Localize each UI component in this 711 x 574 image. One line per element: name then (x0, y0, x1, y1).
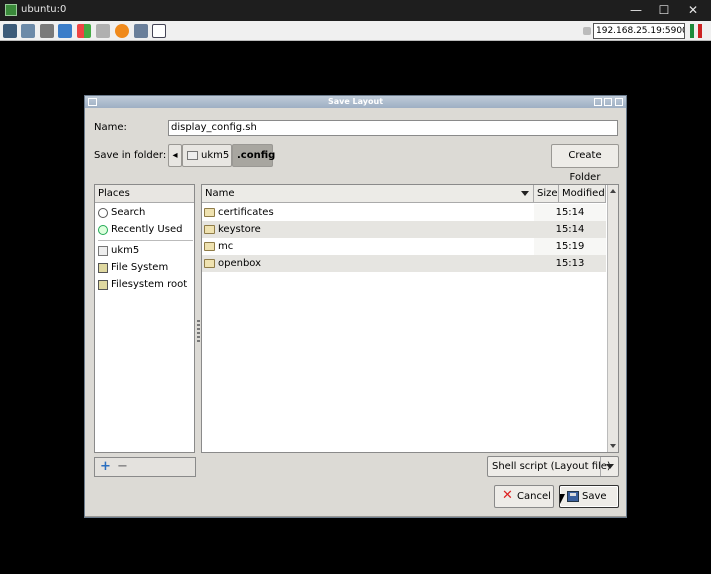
column-header-name[interactable]: Name (202, 185, 534, 203)
dialog-minimize-icon[interactable] (594, 98, 602, 106)
scroll-up-icon[interactable] (610, 189, 616, 193)
search-icon (98, 208, 108, 218)
dialog-resize-edge (85, 516, 626, 518)
add-place-icon[interactable]: + (100, 460, 111, 474)
file-modified: 15:19 (534, 238, 606, 255)
sort-down-icon (521, 191, 529, 196)
place-item-ukm5[interactable]: ukm5 (97, 243, 139, 259)
folder-icon (204, 242, 215, 251)
minimize-button[interactable]: — (622, 2, 650, 18)
file-modified: 15:14 (534, 221, 606, 238)
tools-icon[interactable] (40, 24, 54, 38)
windows-key-icon[interactable] (77, 24, 91, 38)
dialog-title: Save Layout (327, 97, 384, 106)
place-item-root[interactable]: Filesystem root (97, 277, 187, 293)
file-type-select[interactable]: Shell script (Layout file) (487, 456, 619, 477)
file-list: Name Size Modified certificates 15:14 ke… (201, 184, 619, 453)
table-row[interactable]: openbox 15:13 (202, 255, 606, 272)
alert-icon[interactable] (115, 24, 129, 38)
connection-status-icon (690, 24, 704, 38)
fullscreen-icon[interactable] (152, 24, 166, 38)
save-icon (567, 491, 579, 502)
column-header-size[interactable]: Size (534, 185, 559, 203)
folder-icon (204, 225, 215, 234)
dialog-close-icon[interactable] (615, 98, 623, 106)
save-label: Save (582, 491, 607, 502)
place-item-filesystem[interactable]: File System (97, 260, 168, 276)
cancel-icon: ✕ (502, 488, 513, 503)
file-name: keystore (218, 224, 261, 235)
app-icon (5, 4, 17, 16)
path-label: ukm5 (201, 150, 230, 161)
refresh-icon[interactable] (58, 24, 72, 38)
place-label: Recently Used (111, 224, 183, 235)
file-modified: 15:14 (534, 204, 606, 221)
place-label: File System (111, 262, 169, 273)
scroll-down-icon[interactable] (610, 444, 616, 448)
windows-icon[interactable] (21, 24, 35, 38)
path-button-config[interactable]: .config (232, 144, 275, 167)
chevron-down-icon (600, 457, 618, 476)
places-toolbar: + − (94, 457, 196, 477)
viewer-title: ubuntu:0 (21, 4, 67, 15)
places-pane: Places Search Recently Used ukm5 File Sy… (94, 184, 195, 453)
cancel-label: Cancel (517, 491, 551, 502)
table-row[interactable]: keystore 15:14 (202, 221, 606, 238)
recent-icon (98, 225, 108, 235)
file-type-value: Shell script (Layout file) (492, 461, 611, 472)
place-label: Search (111, 207, 146, 218)
path-back-button[interactable]: ◂ (168, 144, 182, 167)
dialog-titlebar: Save Layout (85, 96, 626, 108)
places-header[interactable]: Places (95, 185, 194, 203)
transfer-icon[interactable] (134, 24, 148, 38)
file-name: certificates (218, 207, 274, 218)
close-button[interactable]: ✕ (679, 2, 707, 18)
file-name: mc (218, 241, 234, 252)
file-name: openbox (218, 258, 262, 269)
folder-icon (98, 246, 108, 256)
folder-icon (187, 151, 198, 160)
save-layout-dialog: Save Layout Name: display_config.sh Save… (84, 95, 627, 518)
place-item-recent[interactable]: Recently Used (97, 222, 182, 238)
folder-icon (204, 208, 215, 217)
place-label: Filesystem root (111, 279, 188, 290)
column-label: Name (205, 188, 235, 199)
file-modified: 15:13 (534, 255, 606, 272)
cancel-button[interactable]: ✕ Cancel (494, 485, 554, 508)
name-label: Name: (94, 122, 127, 133)
places-divider (98, 240, 193, 241)
place-label: ukm5 (111, 245, 140, 256)
save-button[interactable]: Save (559, 485, 619, 508)
viewer-toolbar: 192.168.25.19:5900 (0, 21, 711, 41)
remove-place-icon[interactable]: − (117, 460, 128, 474)
address-field[interactable]: 192.168.25.19:5900 (593, 23, 685, 39)
drive-icon (98, 280, 108, 290)
file-list-scrollbar[interactable] (607, 185, 618, 452)
path-button-ukm5[interactable]: ukm5 (182, 144, 232, 167)
table-row[interactable]: certificates 15:14 (202, 204, 606, 221)
monitor-icon[interactable] (3, 24, 17, 38)
lock-icon (583, 27, 591, 35)
maximize-button[interactable]: ☐ (650, 2, 678, 18)
filename-input[interactable]: display_config.sh (168, 120, 618, 136)
mouse-cursor-icon (560, 494, 565, 504)
pane-resize-handle[interactable] (197, 320, 200, 344)
folder-icon (204, 259, 215, 268)
column-header-modified[interactable]: Modified (559, 185, 606, 203)
save-in-label: Save in folder: (94, 150, 167, 161)
dialog-maximize-icon[interactable] (604, 98, 612, 106)
place-item-search[interactable]: Search (97, 205, 145, 221)
drive-icon (98, 263, 108, 273)
create-folder-button[interactable]: Create Folder (551, 144, 619, 183)
viewer-titlebar: ubuntu:0 — ☐ ✕ (0, 0, 711, 21)
keyboard-icon[interactable] (96, 24, 110, 38)
window-menu-icon[interactable] (88, 98, 97, 106)
table-row[interactable]: mc 15:19 (202, 238, 606, 255)
